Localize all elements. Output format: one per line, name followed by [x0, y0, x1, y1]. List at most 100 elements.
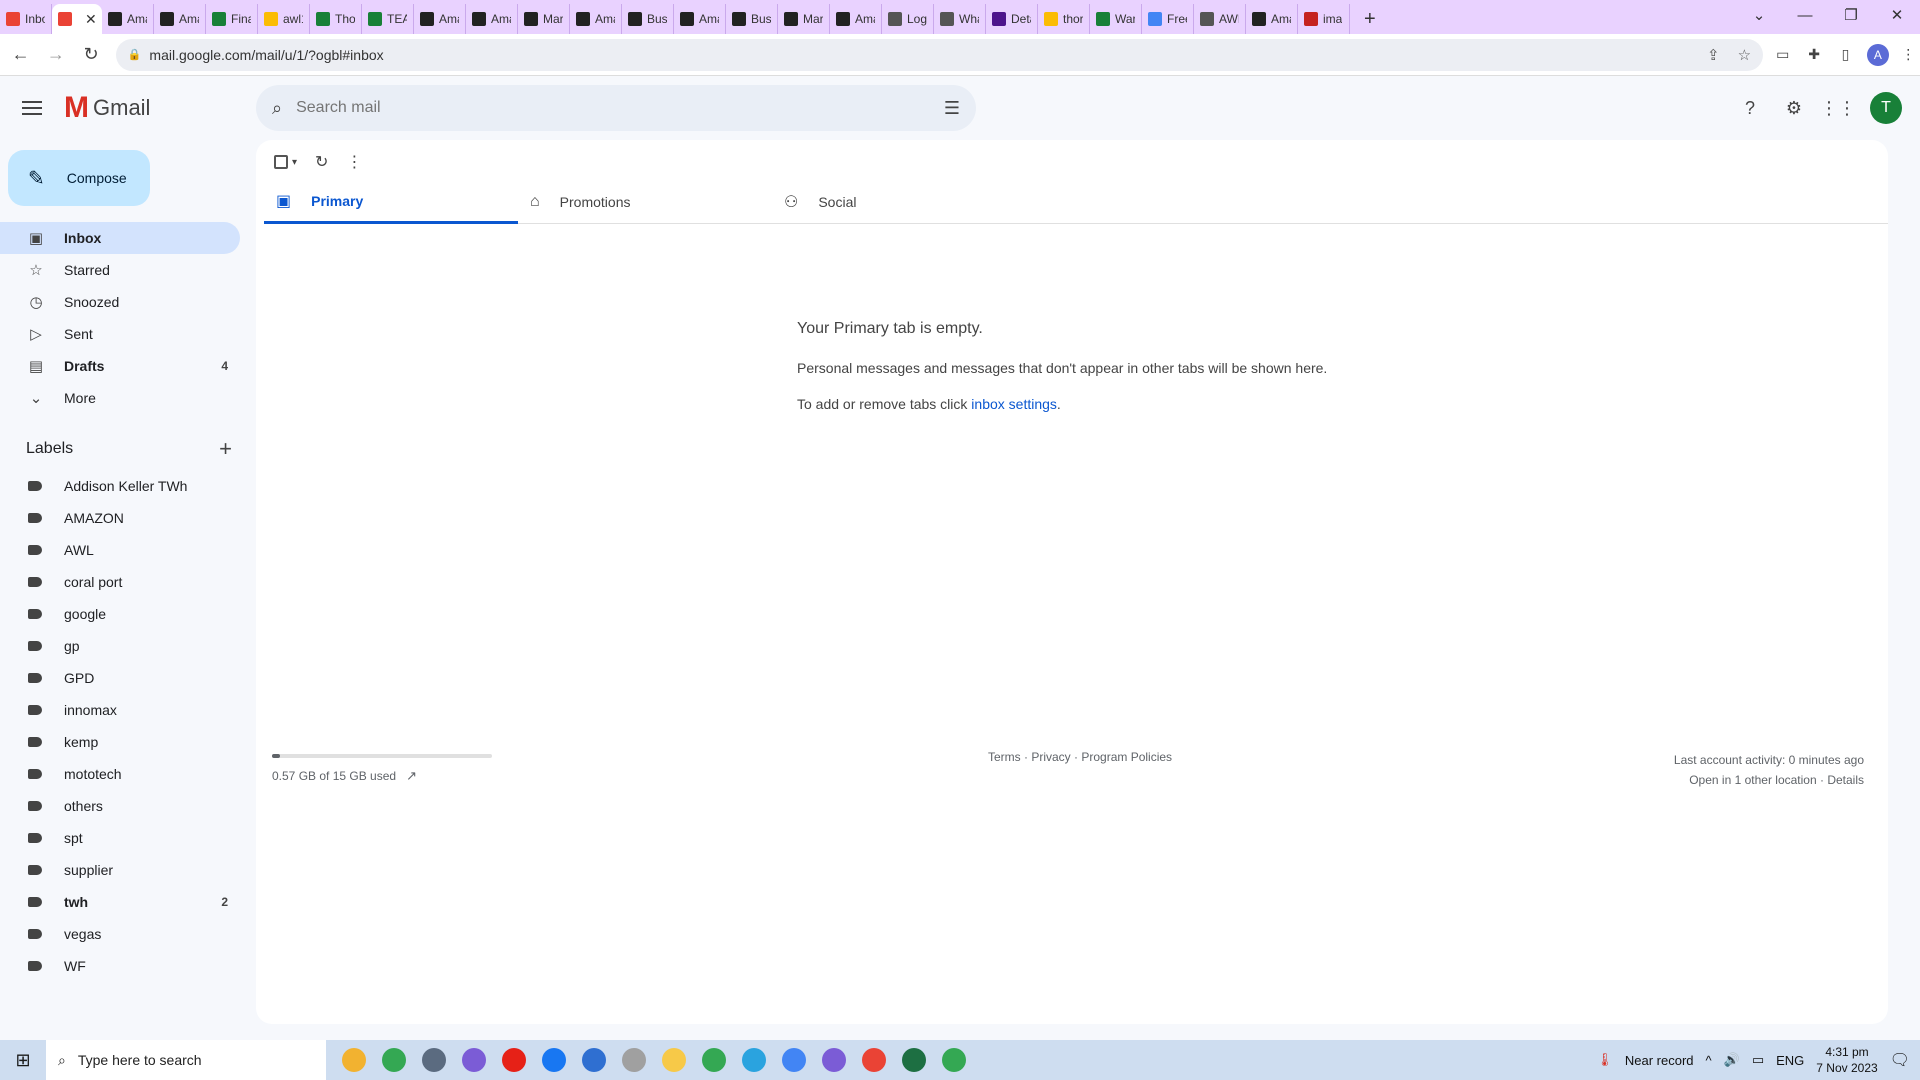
label-item[interactable]: coral port	[0, 566, 240, 598]
search-options-icon[interactable]: ☰	[944, 98, 960, 119]
file-explorer-icon[interactable]	[334, 1040, 374, 1080]
browser-tab[interactable]: Deta	[986, 4, 1038, 34]
search-input[interactable]	[296, 99, 944, 117]
youtube-icon[interactable]	[494, 1040, 534, 1080]
refresh-icon[interactable]: ↻	[315, 152, 328, 172]
puzzle-icon[interactable]: ✚	[1802, 43, 1825, 67]
telegram-icon[interactable]	[734, 1040, 774, 1080]
excel-icon[interactable]	[894, 1040, 934, 1080]
chrome-icon[interactable]	[814, 1040, 854, 1080]
chrome-icon[interactable]	[774, 1040, 814, 1080]
browser-tab[interactable]: Ama	[1246, 4, 1298, 34]
browser-tab[interactable]: Free	[1142, 4, 1194, 34]
add-label-button[interactable]: +	[219, 436, 232, 462]
browser-tab[interactable]: Ama	[154, 4, 206, 34]
browser-tab[interactable]: Ama	[674, 4, 726, 34]
label-item[interactable]: mototech	[0, 758, 240, 790]
snip-icon[interactable]	[614, 1040, 654, 1080]
tray-chevron-icon[interactable]: ^	[1706, 1053, 1712, 1068]
label-item[interactable]: gp	[0, 630, 240, 662]
settings-gear-icon[interactable]: ⚙	[1780, 94, 1808, 122]
checkbox-icon[interactable]	[274, 155, 288, 169]
help-icon[interactable]: ?	[1736, 94, 1764, 122]
reload-button[interactable]: ↻	[76, 40, 105, 70]
more-vert-icon[interactable]: ⋮	[346, 152, 362, 172]
main-menu-icon[interactable]	[22, 101, 48, 115]
sidebar-item-sent[interactable]: ▷ Sent	[0, 318, 240, 350]
store-icon[interactable]	[574, 1040, 614, 1080]
gmail-logo[interactable]: M Gmail	[64, 91, 150, 125]
sidebar-item-starred[interactable]: ☆ Starred	[0, 254, 240, 286]
apps-grid-icon[interactable]: ⋮⋮	[1820, 94, 1856, 122]
program-policies-link[interactable]: Program Policies	[1081, 750, 1172, 764]
clock[interactable]: 4:31 pm 7 Nov 2023	[1816, 1044, 1877, 1076]
close-window-button[interactable]: ✕	[1874, 0, 1920, 30]
weather-text[interactable]: Near record	[1625, 1053, 1694, 1068]
browser-tab[interactable]: Ama	[466, 4, 518, 34]
volume-icon[interactable]: 🔊	[1724, 1052, 1740, 1068]
close-icon[interactable]: ✕	[85, 11, 97, 28]
chrome-icon[interactable]	[374, 1040, 414, 1080]
search-bar[interactable]: ⌕ ☰	[256, 85, 976, 131]
browser-tab[interactable]: Ama	[570, 4, 622, 34]
tab-primary[interactable]: ▣ Primary	[264, 180, 518, 224]
label-item[interactable]: google	[0, 598, 240, 630]
inbox-settings-link[interactable]: inbox settings	[971, 396, 1057, 412]
search-icon[interactable]: ⌕	[272, 98, 282, 119]
label-item[interactable]: kemp	[0, 726, 240, 758]
extension-icon[interactable]: ▭	[1771, 43, 1794, 67]
weather-icon[interactable]: 🌡	[1596, 1052, 1613, 1068]
side-panel-icon[interactable]: ▯	[1834, 43, 1857, 67]
bookmark-star-icon[interactable]: ☆	[1738, 46, 1751, 64]
sticky-notes-icon[interactable]	[654, 1040, 694, 1080]
browser-tab[interactable]: awl1	[258, 4, 310, 34]
details-link[interactable]: Details	[1827, 773, 1864, 787]
tab-search-button[interactable]: ⌄	[1736, 0, 1782, 30]
chrome-icon[interactable]	[934, 1040, 974, 1080]
windows-start-icon[interactable]: ⊞	[0, 1050, 46, 1071]
sidebar-item-snoozed[interactable]: ◷ Snoozed	[0, 286, 240, 318]
browser-tab[interactable]: Tho	[310, 4, 362, 34]
account-avatar[interactable]: T	[1870, 92, 1902, 124]
label-item[interactable]: twh 2	[0, 886, 240, 918]
browser-tab[interactable]: Busi	[622, 4, 674, 34]
label-item[interactable]: AWL	[0, 534, 240, 566]
browser-tab[interactable]: Inbo	[0, 4, 52, 34]
select-checkbox[interactable]: ▾	[274, 155, 297, 169]
browser-tab[interactable]: Wha	[934, 4, 986, 34]
kebab-menu-icon[interactable]: ⋮	[1897, 43, 1920, 67]
sidebar-item-inbox[interactable]: ▣ Inbox	[0, 222, 240, 254]
browser-tab[interactable]: Fina	[206, 4, 258, 34]
browser-tab[interactable]: Busi	[726, 4, 778, 34]
browser-tab[interactable]: TEA	[362, 4, 414, 34]
new-tab-button[interactable]: +	[1350, 4, 1390, 34]
address-bar[interactable]: 🔒 mail.google.com/mail/u/1/?ogbl#inbox ⇪…	[115, 38, 1764, 71]
tab-promotions[interactable]: ⌂ Promotions	[518, 180, 772, 224]
browser-tab[interactable]: ✕	[52, 4, 102, 34]
sidebar-item-more[interactable]: ⌄ More	[0, 382, 240, 414]
label-item[interactable]: WF	[0, 950, 240, 982]
browser-tab[interactable]: War	[1090, 4, 1142, 34]
minimize-button[interactable]: —	[1782, 0, 1828, 30]
restore-button[interactable]: ❐	[1828, 0, 1874, 30]
chrome-icon[interactable]	[694, 1040, 734, 1080]
share-icon[interactable]: ⇪	[1707, 46, 1720, 64]
external-link-icon[interactable]: ↗	[406, 768, 417, 784]
label-item[interactable]: AMAZON	[0, 502, 240, 534]
sidebar-item-drafts[interactable]: ▤ Drafts 4	[0, 350, 240, 382]
label-item[interactable]: Addison Keller TWh	[0, 470, 240, 502]
language-indicator[interactable]: ENG	[1776, 1053, 1804, 1068]
chrome-icon[interactable]	[854, 1040, 894, 1080]
label-item[interactable]: innomax	[0, 694, 240, 726]
calculator-icon[interactable]	[414, 1040, 454, 1080]
tab-social[interactable]: ⚇ Social	[772, 180, 1026, 224]
compose-button[interactable]: ✎ Compose	[8, 150, 150, 206]
label-item[interactable]: vegas	[0, 918, 240, 950]
browser-tab[interactable]: Mar	[778, 4, 830, 34]
network-icon[interactable]: ▭	[1752, 1052, 1764, 1068]
taskbar-search[interactable]: ⌕ Type here to search	[46, 1040, 326, 1080]
label-item[interactable]: others	[0, 790, 240, 822]
browser-tab[interactable]: Ama	[830, 4, 882, 34]
browser-tab[interactable]: thor	[1038, 4, 1090, 34]
back-button[interactable]: ←	[6, 40, 35, 70]
